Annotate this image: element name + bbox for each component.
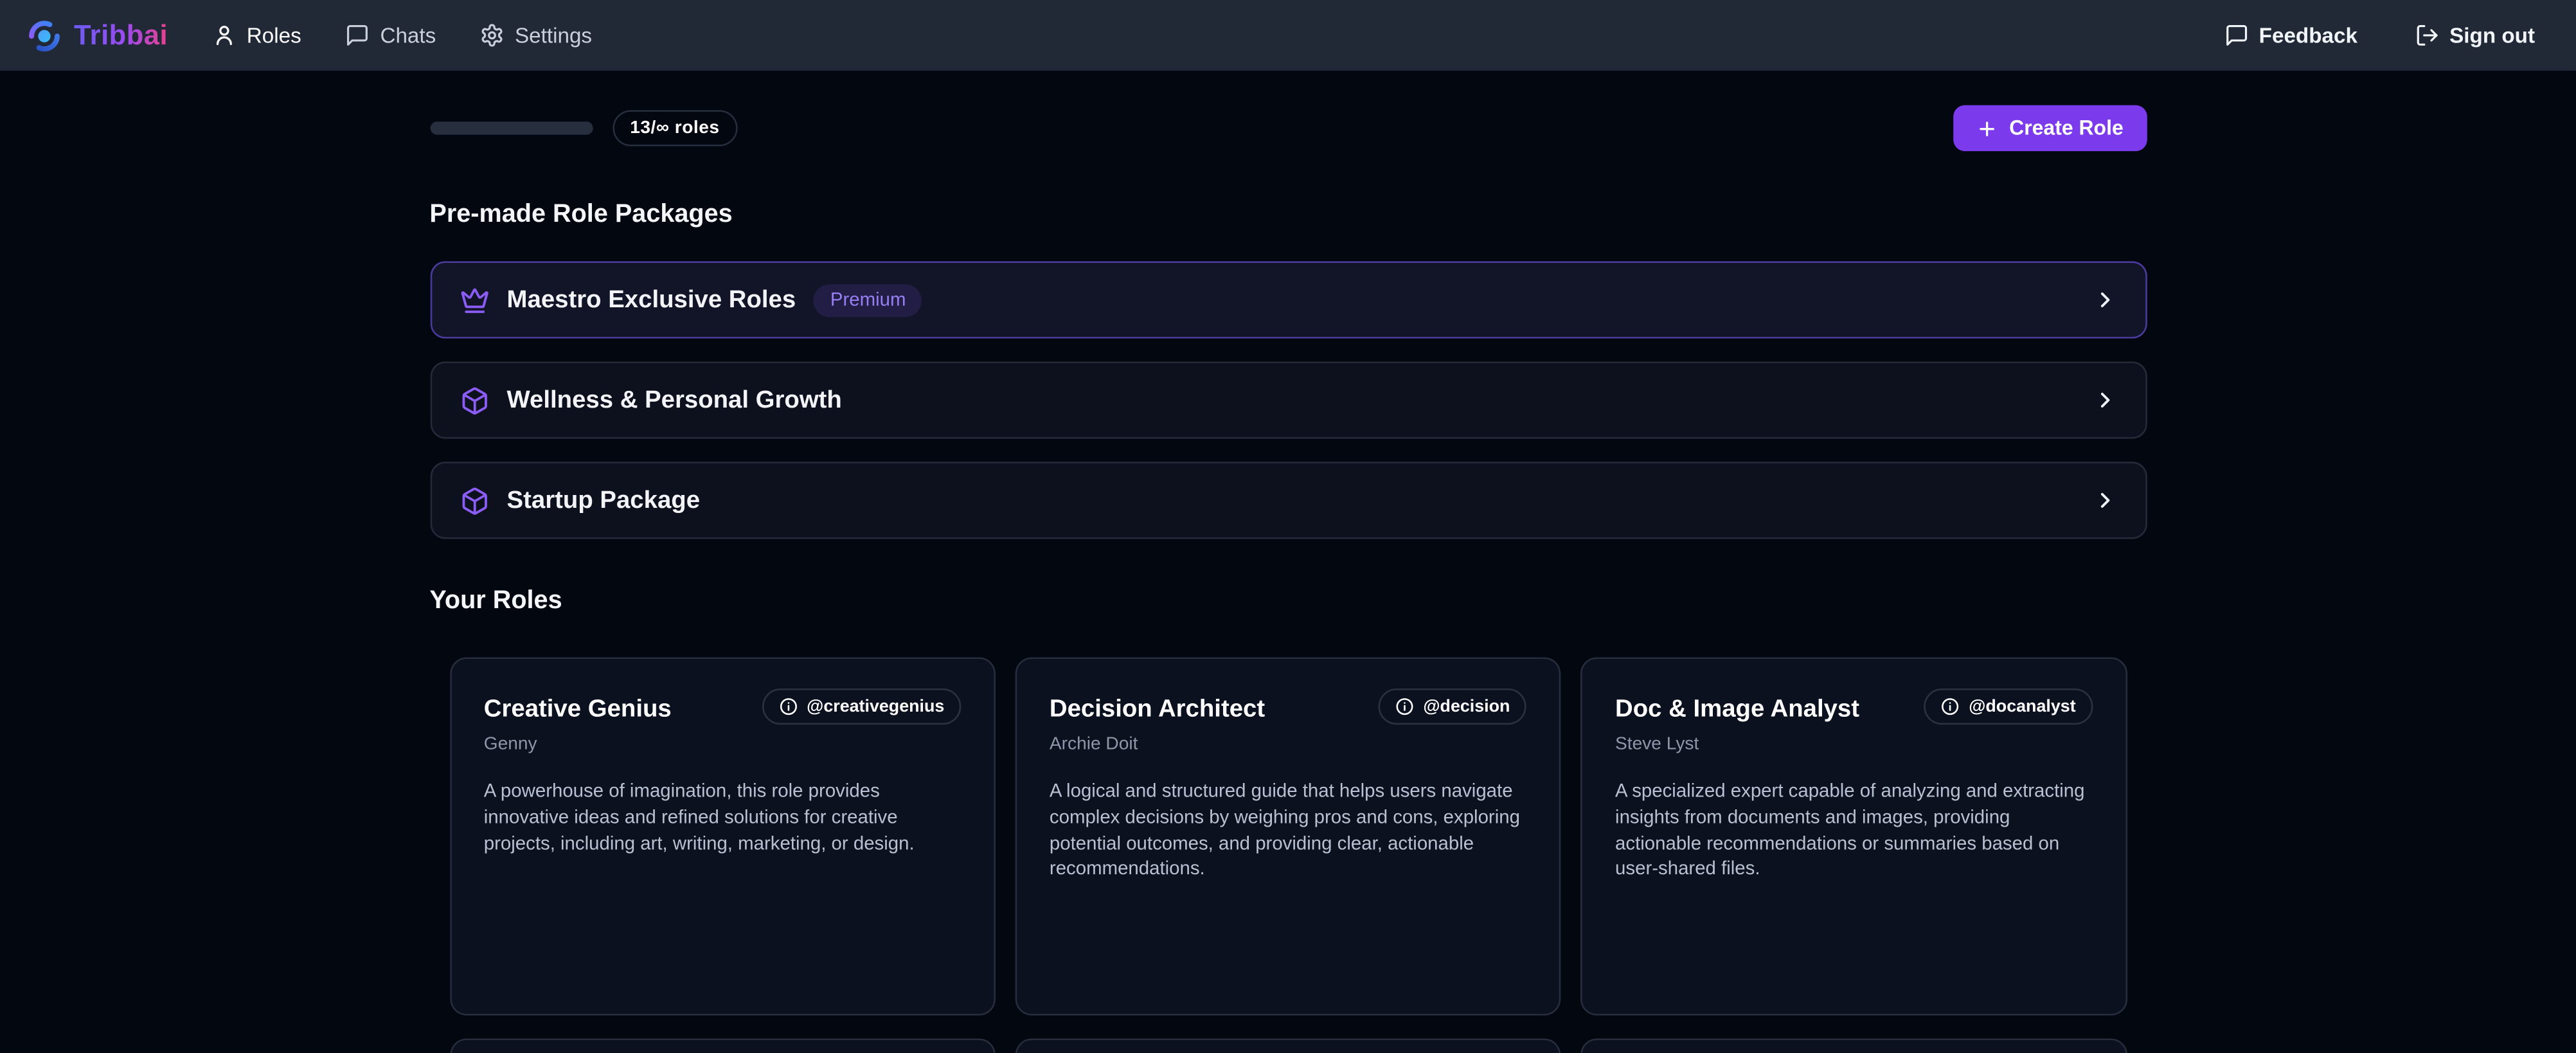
role-card-creative-genius[interactable]: Creative Genius @creativegenius Genny A … (449, 657, 995, 1015)
role-cards-grid-partial (449, 1038, 2127, 1053)
info-icon (779, 697, 799, 717)
role-description: A specialized expert capable of analyzin… (1615, 780, 2092, 885)
package-row-maestro[interactable]: Maestro Exclusive Roles Premium (429, 261, 2146, 338)
sign-out-button[interactable]: Sign out (2415, 23, 2535, 48)
package-icon (459, 385, 488, 415)
feedback-label: Feedback (2259, 23, 2357, 48)
premium-badge: Premium (814, 284, 922, 316)
plus-icon (1976, 118, 1998, 139)
role-handle: @creativegenius (807, 697, 944, 717)
log-out-icon (2415, 23, 2439, 48)
package-label: Wellness & Personal Growth (507, 386, 842, 414)
package-list: Maestro Exclusive Roles Premium Wellness… (429, 261, 2146, 539)
role-card[interactable] (1580, 1038, 2127, 1053)
role-subtitle: Genny (484, 735, 961, 755)
package-row-startup[interactable]: Startup Package (429, 462, 2146, 539)
chat-bubble-icon (346, 23, 370, 48)
nav-label: Roles (247, 23, 301, 48)
create-role-button[interactable]: Create Role (1953, 105, 2146, 152)
role-title: Doc & Image Analyst (1615, 688, 1859, 723)
role-cards-grid: Creative Genius @creativegenius Genny A … (449, 657, 2127, 1015)
nav-item-settings[interactable]: Settings (480, 23, 592, 48)
feedback-button[interactable]: Feedback (2224, 23, 2357, 48)
nav-item-chats[interactable]: Chats (346, 23, 436, 48)
role-title: Decision Architect (1050, 688, 1265, 723)
primary-nav: Roles Chats Settings (212, 23, 592, 48)
top-navbar: Tribbai Roles Chats (0, 0, 2576, 71)
package-label: Startup Package (507, 487, 700, 514)
roles-toolbar: 13/∞ roles Create Role (429, 105, 2146, 152)
role-title: Creative Genius (484, 688, 672, 723)
role-subtitle: Archie Doit (1050, 735, 1526, 755)
role-handle: @docanalyst (1969, 697, 2075, 717)
role-card[interactable] (449, 1038, 995, 1053)
brand-name: Tribbai (74, 19, 168, 51)
card-header: Doc & Image Analyst @docanalyst (1615, 688, 2092, 724)
roles-progress-bar (429, 122, 592, 134)
tribbai-logo-icon (26, 17, 62, 53)
sign-out-label: Sign out (2449, 23, 2535, 48)
role-card-doc-image-analyst[interactable]: Doc & Image Analyst @docanalyst Steve Ly… (1580, 657, 2127, 1015)
user-icon (212, 23, 237, 48)
main-content: 13/∞ roles Create Role Pre-made Role Pac… (429, 105, 2146, 1053)
chevron-right-icon (2092, 488, 2116, 512)
crown-icon (459, 285, 488, 314)
nav-item-roles[interactable]: Roles (212, 23, 301, 48)
nav-label: Chats (380, 23, 436, 48)
chevron-right-icon (2092, 287, 2116, 312)
role-description: A logical and structured guide that help… (1050, 780, 1526, 885)
package-row-wellness[interactable]: Wellness & Personal Growth (429, 361, 2146, 438)
package-label: Maestro Exclusive Roles (507, 286, 796, 314)
card-header: Creative Genius @creativegenius (484, 688, 961, 724)
role-description: A powerhouse of imagination, this role p… (484, 780, 961, 858)
role-card[interactable] (1015, 1038, 1561, 1053)
role-card-decision-architect[interactable]: Decision Architect @decision Archie Doit… (1015, 657, 1561, 1015)
navbar-right: Feedback Sign out (2224, 23, 2535, 48)
roles-count-badge: 13/∞ roles (612, 110, 738, 146)
role-handle: @decision (1423, 697, 1510, 717)
role-cards-area: Creative Genius @creativegenius Genny A … (429, 657, 2146, 1053)
info-icon (1941, 697, 1961, 717)
create-role-label: Create Role (2009, 116, 2124, 140)
role-subtitle: Steve Lyst (1615, 735, 2092, 755)
role-handle-badge[interactable]: @docanalyst (1924, 688, 2092, 724)
your-roles-heading: Your Roles (429, 587, 2146, 616)
packages-heading: Pre-made Role Packages (429, 201, 2146, 230)
package-icon (459, 485, 488, 515)
nav-label: Settings (515, 23, 592, 48)
role-handle-badge[interactable]: @creativegenius (762, 688, 961, 724)
brand-logo[interactable]: Tribbai (26, 17, 168, 53)
feedback-bubble-icon (2224, 23, 2249, 48)
card-header: Decision Architect @decision (1050, 688, 1526, 724)
gear-icon (480, 23, 505, 48)
chevron-right-icon (2092, 388, 2116, 412)
role-handle-badge[interactable]: @decision (1379, 688, 1526, 724)
info-icon (1395, 697, 1415, 717)
app-window: Tribbai Roles Chats (0, 0, 2576, 1053)
